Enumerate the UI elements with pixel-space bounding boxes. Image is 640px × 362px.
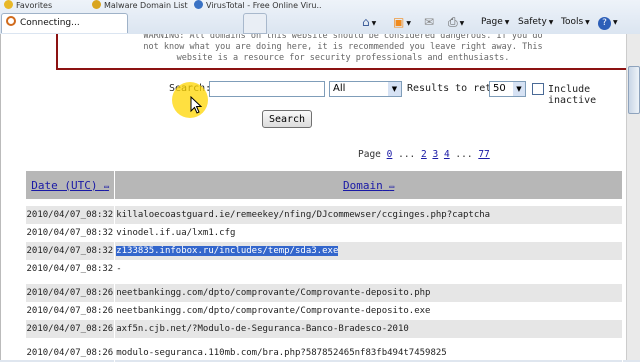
table-row[interactable]: 2010/04/07_08:32 vinodel.if.ua/lxm1.cfg — [25, 224, 623, 242]
row-date: 2010/04/07_08:32 — [25, 206, 116, 224]
row-domain: killaloecoastguard.ie/remeekey/nfing/DJc… — [114, 206, 623, 224]
warning-line: not know what you are doing here, it is … — [143, 42, 543, 52]
chevron-down-icon: ▼ — [585, 19, 590, 26]
loading-icon — [6, 16, 16, 26]
table-row[interactable]: 2010/04/07_08:26 axf5n.cjb.net/?Modulo-d… — [25, 320, 623, 338]
results-table: Date (UTC) ▭ Domain ▭ 2010/04/07_08:32 k… — [24, 170, 623, 362]
sort-icon[interactable]: ▭ — [389, 182, 394, 191]
tab-malware-domain-list[interactable]: Malware Domain List — [92, 0, 188, 10]
table-row[interactable]: 2010/04/07_08:32 z133835.infobox.ru/incl… — [25, 242, 623, 260]
mail-button[interactable]: ✉ — [424, 13, 434, 31]
chevron-down-icon: ▼ — [613, 19, 618, 26]
row-date: 2010/04/07_08:26 — [25, 344, 116, 362]
chevron-down-icon: ▼ — [388, 82, 401, 96]
warning-line: WARNING: All domains on this website sho… — [143, 34, 543, 41]
star-icon — [4, 0, 13, 9]
page-icon — [92, 0, 101, 9]
print-icon: ⎙ — [448, 15, 458, 29]
page-icon — [194, 0, 203, 9]
table-row[interactable]: 2010/04/07_08:32 - — [25, 260, 623, 278]
table-row[interactable]: 2010/04/07_08:26 neetbankingg.com/dpto/c… — [25, 302, 623, 320]
results-select[interactable]: 50 ▼ — [489, 81, 526, 97]
row-date: 2010/04/07_08:26 — [25, 302, 116, 320]
chevron-down-icon: ▼ — [371, 20, 377, 27]
date-column-header[interactable]: Date (UTC) ▭ — [24, 170, 116, 200]
warning-box: WARNING: All domains on this website sho… — [56, 34, 630, 70]
table-row[interactable]: 2010/04/07_08:32 killaloecoastguard.ie/r… — [25, 206, 623, 224]
row-domain: vinodel.if.ua/lxm1.cfg — [114, 224, 623, 242]
row-date: 2010/04/07_08:32 — [25, 260, 116, 278]
row-domain: modulo-seguranca.110mb.com/bra.php?58785… — [114, 344, 623, 362]
page-link-0[interactable]: 0 — [387, 149, 393, 160]
chevron-down-icon: ▼ — [513, 82, 525, 96]
chevron-down-icon: ▼ — [406, 20, 411, 27]
page-link-77[interactable]: 77 — [478, 149, 489, 160]
search-input[interactable] — [209, 81, 325, 97]
sort-icon[interactable]: ▭ — [104, 182, 109, 191]
row-domain: z133835.infobox.ru/includes/temp/sda3.ex… — [116, 246, 339, 256]
mail-icon: ✉ — [424, 15, 435, 29]
page-menu[interactable]: Page ▼ — [481, 13, 509, 31]
help-icon: ? — [598, 17, 611, 30]
chevron-down-icon: ▼ — [504, 19, 510, 26]
row-date: 2010/04/07_08:32 — [25, 224, 116, 242]
feeds-button[interactable]: ▣ ▼ — [393, 13, 411, 31]
include-inactive-checkbox[interactable] — [532, 83, 544, 95]
home-icon: ⌂ — [362, 15, 370, 29]
home-button[interactable]: ⌂ ▼ — [362, 13, 376, 31]
row-date: 2010/04/07_08:26 — [25, 284, 116, 302]
help-button[interactable]: ? ▼ — [598, 13, 618, 31]
row-domain: - — [114, 260, 623, 278]
browser-toolbar: Favorites Malware Domain List VirusTotal… — [0, 0, 640, 34]
table-row[interactable]: 2010/04/07_08:26 neetbankingg.com/dpto/c… — [25, 284, 623, 302]
rss-icon: ▣ — [393, 15, 405, 29]
warning-line: website is a resource for security profe… — [176, 53, 510, 63]
print-button[interactable]: ⎙ ▼ — [448, 13, 464, 31]
page-link-4[interactable]: 4 — [444, 149, 450, 160]
table-row[interactable]: 2010/04/07_08:26 modulo-seguranca.110mb.… — [25, 344, 623, 362]
tab-virustotal[interactable]: VirusTotal - Free Online Viru... — [194, 0, 322, 10]
tools-menu[interactable]: Tools ▼ — [561, 13, 590, 31]
chevron-down-icon: ▼ — [548, 19, 554, 26]
new-tab-button[interactable] — [243, 13, 267, 34]
page-link-3[interactable]: 3 — [432, 149, 438, 160]
domain-column-header[interactable]: Domain ▭ — [114, 170, 623, 200]
chevron-down-icon: ▼ — [459, 20, 465, 27]
pager: Page 0 ... 2 3 4 ... 77 — [358, 149, 490, 160]
filter-select[interactable]: All ▼ — [329, 81, 402, 97]
tab-connecting[interactable]: Connecting... — [1, 13, 128, 33]
safety-menu[interactable]: Safety ▼ — [518, 13, 553, 31]
row-domain: neetbankingg.com/dpto/comprovante/Compro… — [114, 284, 623, 302]
favorites-tab[interactable]: Favorites — [4, 0, 52, 10]
scrollbar-thumb[interactable] — [628, 66, 640, 114]
mouse-pointer-icon — [190, 96, 202, 114]
row-date: 2010/04/07_08:32 — [25, 242, 116, 260]
page-link-2[interactable]: 2 — [421, 149, 427, 160]
search-button[interactable]: Search — [262, 110, 312, 128]
row-domain: neetbankingg.com/dpto/comprovante/Compro… — [114, 302, 623, 320]
row-date: 2010/04/07_08:26 — [25, 320, 116, 338]
row-domain: axf5n.cjb.net/?Modulo-de-Seguranca-Banco… — [114, 320, 623, 338]
